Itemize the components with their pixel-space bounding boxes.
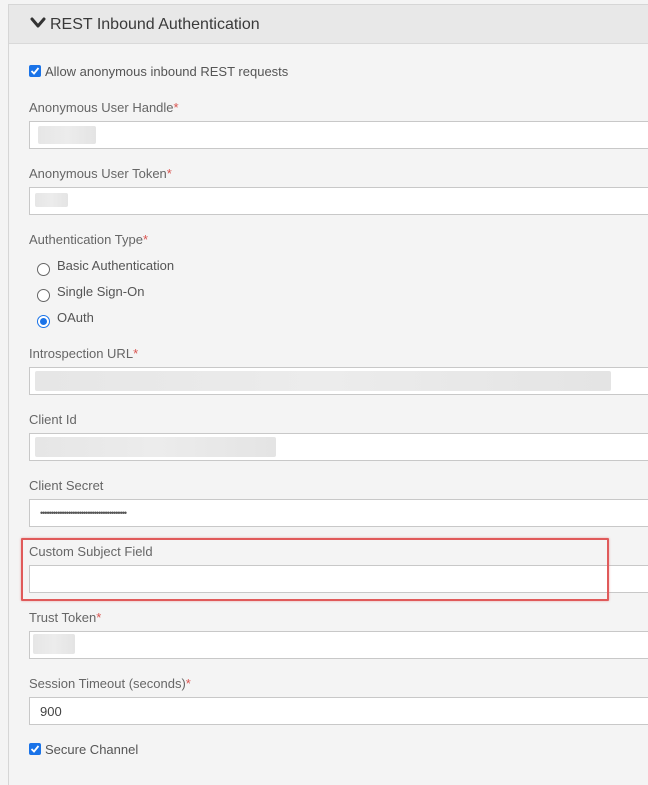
session-timeout-input[interactable] (29, 697, 648, 725)
anonymous-user-token-label: Anonymous User Token* (29, 166, 172, 181)
radio-basic-authentication-label: Basic Authentication (57, 258, 175, 273)
radio-basic-authentication[interactable] (37, 263, 50, 276)
secure-channel-label: Secure Channel (45, 742, 139, 757)
allow-anonymous-checkbox[interactable] (29, 65, 41, 77)
anonymous-user-handle-label: Anonymous User Handle* (29, 100, 179, 115)
allow-anonymous-label: Allow anonymous inbound REST requests (45, 64, 289, 79)
highlight-box (21, 538, 609, 601)
anonymous-user-token-input[interactable] (29, 187, 648, 215)
panel-title: REST Inbound Authentication (50, 16, 260, 33)
authentication-type-label: Authentication Type* (29, 232, 149, 247)
redacted-value (35, 437, 276, 457)
redacted-value (38, 126, 96, 144)
redacted-value (33, 634, 75, 654)
introspection-url-label: Introspection URL* (29, 346, 139, 361)
secure-channel-checkbox[interactable] (29, 743, 41, 755)
check-icon (30, 745, 40, 753)
client-id-label: Client Id (29, 412, 77, 427)
chevron-down-icon[interactable] (30, 17, 46, 29)
trust-token-label: Trust Token* (29, 610, 102, 625)
radio-oauth-label: OAuth (57, 310, 94, 325)
redacted-value (35, 193, 68, 207)
panel-header[interactable]: REST Inbound Authentication (9, 5, 648, 44)
client-secret-label: Client Secret (29, 478, 104, 493)
radio-single-sign-on[interactable] (37, 289, 50, 302)
client-secret-input[interactable] (29, 499, 648, 527)
session-timeout-label: Session Timeout (seconds)* (29, 676, 191, 691)
radio-single-sign-on-label: Single Sign-On (57, 284, 145, 299)
anonymous-user-handle-input[interactable] (29, 121, 648, 149)
trust-token-input[interactable] (29, 631, 648, 659)
check-icon (30, 67, 40, 75)
redacted-value (35, 371, 611, 391)
radio-oauth[interactable] (37, 315, 50, 328)
